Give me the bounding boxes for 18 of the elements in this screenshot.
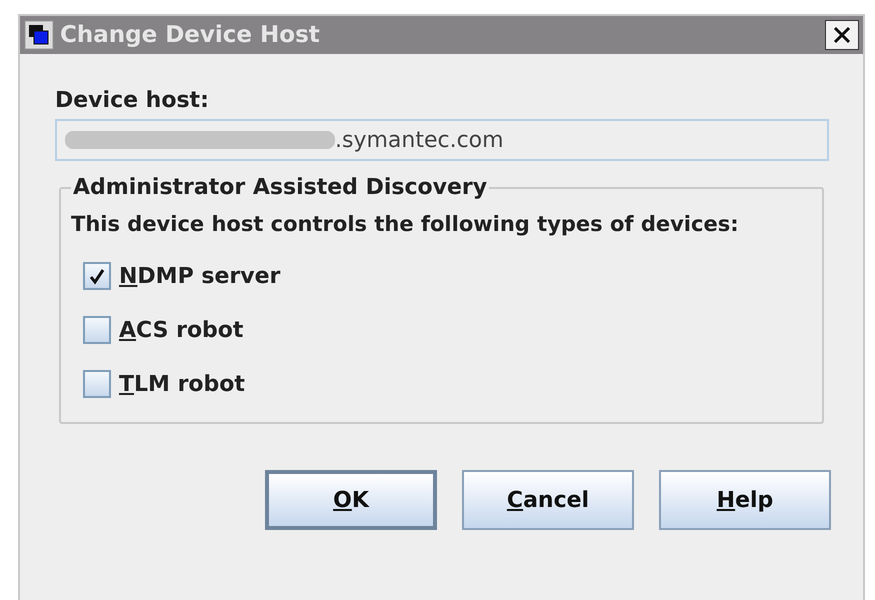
checkbox[interactable] [83, 262, 111, 290]
checkbox[interactable] [83, 370, 111, 398]
check-icon [88, 267, 106, 285]
checkbox-label[interactable]: ACS robot [119, 318, 244, 342]
close-icon [833, 26, 851, 44]
description-text: This device host controls the following types of devices: [71, 212, 740, 236]
dialog-button[interactable]: Help [659, 470, 831, 530]
window-icon [24, 20, 54, 50]
group-title: Administrator Assisted Discovery [72, 175, 488, 200]
device-host-field[interactable]: .symantec.com [55, 119, 829, 161]
window-title: Change Device Host [60, 22, 321, 48]
close-button[interactable] [825, 20, 859, 50]
device-host-label: Device host: [55, 88, 210, 113]
checkbox[interactable] [83, 316, 111, 344]
checkbox-label[interactable]: NDMP server [119, 264, 280, 288]
dialog-button[interactable]: OK [265, 470, 437, 530]
dialog-button[interactable]: Cancel [462, 470, 634, 530]
checkbox-label[interactable]: TLM robot [119, 372, 245, 396]
